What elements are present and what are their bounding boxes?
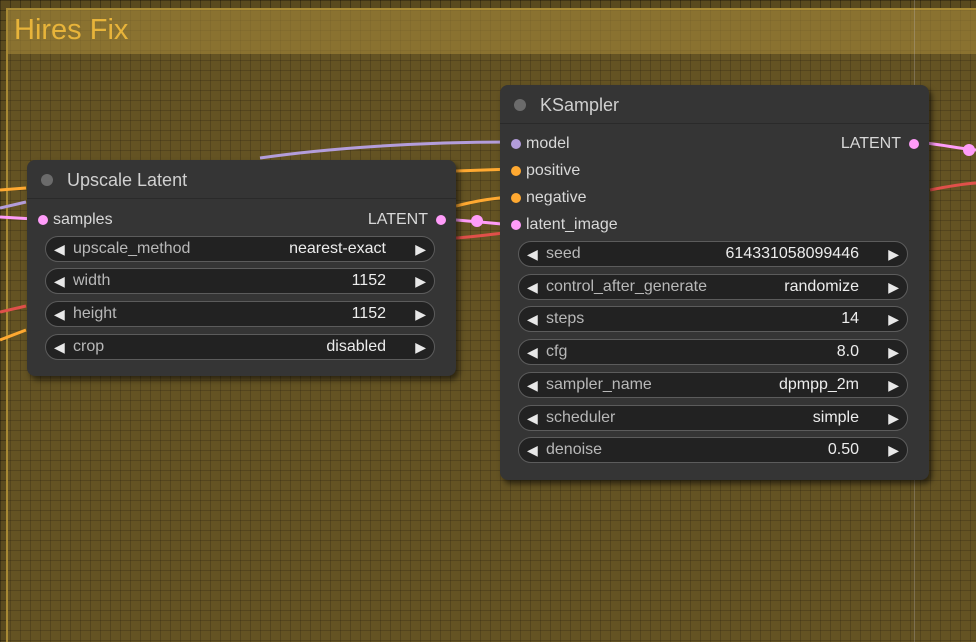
widget-value: 1152: [351, 272, 386, 289]
widget-denoise[interactable]: ◀ denoise 0.50 ▶: [518, 437, 908, 463]
decrement-arrow-icon[interactable]: ◀: [527, 409, 538, 427]
increment-arrow-icon[interactable]: ▶: [415, 272, 426, 290]
model-input-dot-icon[interactable]: [511, 139, 521, 149]
decrement-arrow-icon[interactable]: ◀: [527, 343, 538, 361]
widget-value: 14: [841, 310, 859, 327]
widget-value: disabled: [326, 338, 386, 355]
widget-value: randomize: [784, 278, 859, 295]
decrement-arrow-icon[interactable]: ◀: [54, 240, 65, 258]
widget-crop[interactable]: ◀ crop disabled ▶: [45, 334, 435, 360]
decrement-arrow-icon[interactable]: ◀: [54, 338, 65, 356]
increment-arrow-icon[interactable]: ▶: [888, 376, 899, 394]
decrement-arrow-icon[interactable]: ◀: [54, 305, 65, 323]
increment-arrow-icon[interactable]: ▶: [888, 441, 899, 459]
node-title: Upscale Latent: [67, 170, 188, 190]
slot-label: model: [526, 135, 570, 152]
node-header[interactable]: Upscale Latent: [27, 160, 456, 199]
slot-label: LATENT: [367, 211, 428, 228]
node-upscale-latent[interactable]: Upscale Latent samples LATENT ◀ upscale_…: [27, 160, 456, 376]
wire-red-left: [0, 304, 27, 314]
input-slot-model[interactable]: model: [511, 134, 570, 154]
widget-label: upscale_method: [73, 240, 191, 257]
widget-label: crop: [73, 338, 105, 355]
conditioning-input-dot-icon[interactable]: [511, 166, 521, 176]
increment-arrow-icon[interactable]: ▶: [888, 245, 899, 263]
conditioning-input-dot-icon[interactable]: [511, 193, 521, 203]
input-slot-samples[interactable]: samples: [38, 210, 113, 230]
widget-value: 8.0: [836, 343, 859, 360]
widget-value: nearest-exact: [289, 240, 386, 257]
widget-upscale-method[interactable]: ◀ upscale_method nearest-exact ▶: [45, 236, 435, 262]
widget-value: dpmpp_2m: [778, 376, 859, 393]
decrement-arrow-icon[interactable]: ◀: [527, 441, 538, 459]
slot-label: LATENT: [840, 135, 901, 152]
reroute-dot: [471, 215, 483, 227]
slot-label: positive: [526, 162, 581, 179]
latent-input-dot-icon[interactable]: [511, 220, 521, 230]
increment-arrow-icon[interactable]: ▶: [888, 310, 899, 328]
output-slot-latent[interactable]: LATENT: [367, 210, 446, 230]
widget-label: cfg: [546, 343, 568, 360]
widget-scheduler[interactable]: ◀ scheduler simple ▶: [518, 405, 908, 431]
widget-steps[interactable]: ◀ steps 14 ▶: [518, 306, 908, 332]
wire-orange-left: [0, 328, 27, 342]
wire-model: [259, 140, 513, 160]
node-ksampler[interactable]: KSampler model LATENT positive negative …: [500, 85, 929, 480]
wire-model-left: [0, 200, 27, 210]
widget-label: sampler_name: [546, 376, 652, 393]
widget-value: 1152: [351, 305, 386, 322]
latent-output-dot-icon[interactable]: [909, 139, 919, 149]
increment-arrow-icon[interactable]: ▶: [888, 278, 899, 296]
widget-sampler-name[interactable]: ◀ sampler_name dpmpp_2m ▶: [518, 372, 908, 398]
decrement-arrow-icon[interactable]: ◀: [527, 376, 538, 394]
increment-arrow-icon[interactable]: ▶: [888, 409, 899, 427]
collapse-dot-icon[interactable]: [514, 99, 526, 111]
input-slot-positive[interactable]: positive: [511, 161, 581, 181]
increment-arrow-icon[interactable]: ▶: [415, 240, 426, 258]
widget-height[interactable]: ◀ height 1152 ▶: [45, 301, 435, 327]
widget-value: simple: [812, 409, 859, 426]
increment-arrow-icon[interactable]: ▶: [888, 343, 899, 361]
increment-arrow-icon[interactable]: ▶: [415, 305, 426, 323]
node-title: KSampler: [540, 95, 620, 115]
output-slot-latent[interactable]: LATENT: [840, 134, 919, 154]
widget-label: height: [73, 305, 117, 322]
widget-label: control_after_generate: [546, 278, 707, 295]
wire-positive-to-upscale-left: [0, 186, 27, 192]
latent-input-dot-icon[interactable]: [38, 215, 48, 225]
slot-label: latent_image: [526, 216, 618, 233]
node-header[interactable]: KSampler: [500, 85, 929, 124]
widget-label: steps: [546, 310, 585, 327]
decrement-arrow-icon[interactable]: ◀: [54, 272, 65, 290]
widget-label: scheduler: [546, 409, 616, 426]
decrement-arrow-icon[interactable]: ◀: [527, 310, 538, 328]
slot-label: samples: [53, 211, 113, 228]
workflow-canvas[interactable]: Hires Fix Upscale Latent samples LATENT: [0, 0, 976, 642]
widget-value: 0.50: [827, 441, 859, 458]
widget-cfg[interactable]: ◀ cfg 8.0 ▶: [518, 339, 908, 365]
decrement-arrow-icon[interactable]: ◀: [527, 245, 538, 263]
increment-arrow-icon[interactable]: ▶: [415, 338, 426, 356]
widget-seed[interactable]: ◀ seed 614331058099446 ▶: [518, 241, 908, 267]
input-slot-latent-image[interactable]: latent_image: [511, 215, 618, 235]
slot-label: negative: [526, 189, 587, 206]
input-slot-negative[interactable]: negative: [511, 188, 587, 208]
widget-label: width: [73, 272, 111, 289]
latent-output-dot-icon[interactable]: [436, 215, 446, 225]
decrement-arrow-icon[interactable]: ◀: [527, 278, 538, 296]
widget-control-after-generate[interactable]: ◀ control_after_generate randomize ▶: [518, 274, 908, 300]
widget-width[interactable]: ◀ width 1152 ▶: [45, 268, 435, 294]
collapse-dot-icon[interactable]: [41, 174, 53, 186]
reroute-dot-right: [963, 144, 975, 156]
widget-value: 614331058099446: [725, 245, 859, 262]
wire-red-right: [929, 181, 976, 192]
widget-label: denoise: [546, 441, 603, 458]
widget-label: seed: [546, 245, 581, 262]
